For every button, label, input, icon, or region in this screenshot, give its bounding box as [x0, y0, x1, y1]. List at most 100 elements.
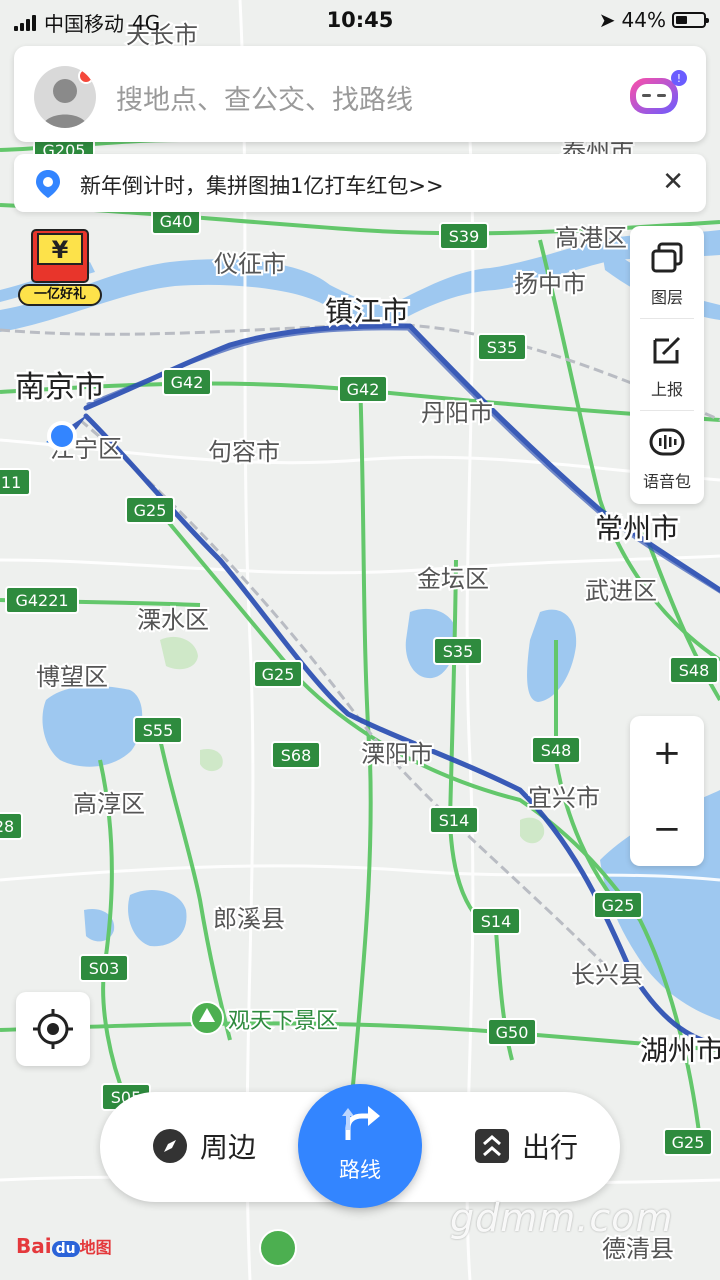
road-shield-label: 211	[0, 473, 21, 492]
crosshair-icon	[33, 1009, 73, 1049]
road-shield-label: S39	[449, 227, 480, 246]
road-shield: S39	[439, 222, 489, 250]
poi-marker-2	[259, 1229, 297, 1267]
road-shield: S48	[669, 656, 719, 684]
close-icon[interactable]: ✕	[662, 168, 684, 196]
district-label: 高港区	[555, 224, 627, 252]
travel-label: 出行	[521, 1131, 578, 1164]
avatar[interactable]	[34, 66, 96, 128]
locate-button[interactable]	[16, 992, 90, 1066]
road-shield: S03	[79, 954, 129, 982]
road-shield: G25	[663, 1128, 713, 1156]
road-shield-label: G42	[171, 373, 204, 392]
svg-text:!: !	[677, 72, 681, 85]
nearby-button[interactable]: 周边	[152, 1126, 256, 1166]
location-pin-icon	[36, 170, 60, 198]
road-shield-label: G25	[134, 501, 167, 520]
nearby-label: 周边	[200, 1131, 257, 1164]
notice-text[interactable]: 新年倒计时，集拼图抽1亿打车红包>>	[80, 170, 444, 200]
tool-voice-pack[interactable]: 语音包	[630, 410, 704, 502]
city-label: 常州市	[595, 512, 679, 545]
road-shield-label: G4221	[15, 591, 68, 610]
road-shield: G4221	[5, 586, 79, 614]
compass-icon	[153, 1129, 187, 1163]
notification-dot	[78, 68, 94, 84]
baidu-map-logo: Bai du 地图	[16, 1234, 112, 1258]
search-input[interactable]: 搜地点、查公交、找路线	[116, 78, 413, 117]
zoom-out-button[interactable]: −	[630, 792, 704, 866]
district-label: 句容市	[208, 438, 280, 466]
road-shield: S55	[133, 716, 183, 744]
road-shield-label: G25	[602, 896, 635, 915]
road-shield-label: G25	[672, 1133, 705, 1152]
road-shield-label: S48	[541, 741, 572, 760]
red-envelope-icon: ¥	[31, 229, 89, 283]
road-shield-label: S14	[439, 811, 470, 830]
search-bar[interactable]: 搜地点、查公交、找路线 !	[14, 46, 706, 142]
district-label: 武进区	[585, 577, 657, 605]
road-shield: S48	[531, 736, 581, 764]
road-shield: 211	[0, 468, 31, 496]
road-shield: S68	[271, 741, 321, 769]
zoom-controls: + −	[630, 716, 704, 866]
road-shield: 28	[0, 812, 23, 840]
tool-label: 图层	[650, 288, 683, 307]
road-shield: G42	[338, 375, 388, 403]
promo-badge[interactable]: ¥ 一亿好礼	[18, 226, 102, 308]
city-label: 湖州市	[640, 1034, 720, 1067]
tool-label: 语音包	[642, 472, 691, 491]
road-shield: S35	[433, 637, 483, 665]
battery-percent: 44%	[621, 8, 666, 32]
road-shield-label: G25	[262, 665, 295, 684]
road-shield-label: S55	[143, 721, 174, 740]
road-shield-label: S14	[481, 912, 512, 931]
district-label: 博望区	[36, 663, 108, 691]
tool-label: 上报	[650, 380, 683, 399]
map-tools: 图层 上报 语音包	[630, 226, 704, 504]
district-label: 溧阳市	[361, 740, 433, 768]
road-shield-label: 28	[0, 817, 14, 836]
promo-label: 一亿好礼	[18, 284, 102, 306]
city-label: 南京市	[15, 370, 105, 405]
road-shield: G25	[593, 891, 643, 919]
location-arrow-icon: ➤	[598, 8, 616, 32]
travel-icon	[474, 1129, 509, 1163]
district-label: 高淳区	[73, 790, 145, 818]
district-label: 仪征市	[214, 250, 286, 278]
road-shield: S14	[429, 806, 479, 834]
road-shield-label: S35	[443, 642, 474, 661]
travel-button[interactable]: 出行	[474, 1126, 578, 1166]
road-shield: G25	[253, 660, 303, 688]
watermark: gdmm.com	[450, 1196, 674, 1240]
route-label: 路线	[339, 1158, 381, 1182]
status-bar: 中国移动 4G 10:45 ➤ 44%	[0, 0, 720, 40]
current-location-marker	[46, 421, 77, 451]
tool-report[interactable]: 上报	[630, 318, 704, 410]
road-shield-label: G40	[160, 212, 193, 231]
road-shield: G42	[162, 368, 212, 396]
road-shield: S35	[477, 333, 527, 361]
road-shield-label: G42	[347, 380, 380, 399]
road-shield: S14	[471, 907, 521, 935]
city-label: 镇江市	[325, 295, 409, 328]
district-label: 宜兴市	[528, 784, 600, 812]
tool-layers[interactable]: 图层	[630, 226, 704, 318]
poi-label: 观天下景区	[228, 1009, 338, 1034]
promo-notice[interactable]: 新年倒计时，集拼图抽1亿打车红包>> ✕	[14, 154, 706, 212]
road-shield-label: S03	[89, 959, 120, 978]
battery-icon	[672, 12, 709, 28]
svg-text:¥: ¥	[52, 236, 69, 264]
road-shield-label: G50	[496, 1023, 529, 1042]
voice-pack-icon	[649, 428, 685, 456]
district-label: 丹阳市	[421, 399, 493, 427]
voice-assistant-icon[interactable]: !	[628, 68, 688, 120]
route-button[interactable]: 路线	[298, 1084, 422, 1208]
road-shield: G50	[487, 1018, 537, 1046]
layers-icon	[651, 242, 683, 273]
district-label: 扬中市	[514, 270, 586, 298]
road-shield: G25	[125, 496, 175, 524]
district-label: 溧水区	[137, 606, 209, 634]
district-label: 长兴县	[571, 961, 643, 989]
district-label: 金坛区	[417, 565, 489, 593]
zoom-in-button[interactable]: +	[630, 716, 704, 790]
